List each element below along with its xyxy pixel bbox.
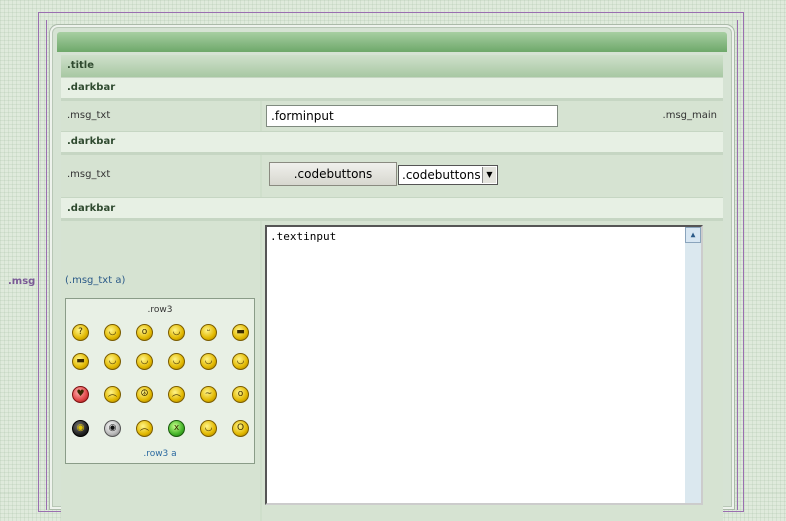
smiley-wink-icon[interactable]: ◡ <box>200 353 217 370</box>
darkbar-3: .darkbar <box>61 198 723 218</box>
smiley-sly-icon[interactable]: ◡ <box>200 420 217 437</box>
smiley-angry-icon[interactable]: ︵ <box>104 386 121 403</box>
msg-txt-link-wrapper: (.msg_txt a) <box>65 275 126 286</box>
codebuttons-button[interactable]: .codebuttons <box>269 162 397 186</box>
message-textarea[interactable]: .textinput ▲ <box>265 225 703 505</box>
smiley-smile-icon[interactable]: ◡ <box>168 324 185 341</box>
darkbar-label: .darkbar <box>67 203 116 214</box>
darkbar-label: .darkbar <box>67 82 116 93</box>
codebuttons-row-left: .msg_txt <box>61 155 260 197</box>
smiley-tongue-icon[interactable]: ᵕ <box>200 324 217 341</box>
msg-main-label: .msg_main <box>662 110 717 121</box>
textarea-scrollbar[interactable]: ▲ <box>685 227 701 503</box>
smiley-sick-icon[interactable]: x <box>168 420 185 437</box>
smiley-neutral-icon[interactable]: ◡ <box>232 353 249 370</box>
subject-row-left: .msg_txt <box>61 101 260 131</box>
smiley-ninja-icon[interactable]: ◉ <box>72 420 89 437</box>
message-body-row: (.msg_txt a) .row3 ? ◡ o ◡ ᵕ ▬ ▬ ◡ ◡ ◡ ◡ ◡ ♥ ︵ ☮ ︵ ~ o ◉ ◉ ︵… <box>61 221 723 521</box>
subject-row: .msg_txt .msg_main <box>61 101 723 131</box>
smiley-love-icon[interactable]: ♥ <box>72 386 89 403</box>
smiley-confused-icon[interactable]: ? <box>72 324 89 341</box>
smiley-laugh-icon[interactable]: ▬ <box>232 324 249 341</box>
smiley-worried-icon[interactable]: ︵ <box>168 386 185 403</box>
smiley-peace-icon[interactable]: ☮ <box>136 386 153 403</box>
smiley-box-footer-link[interactable]: .row3 a <box>66 449 254 459</box>
codebuttons-select[interactable]: .codebuttons ▼ <box>398 165 498 185</box>
darkbar-1: .darkbar <box>61 78 723 98</box>
title-label: .title <box>67 60 94 71</box>
panel-header-bar <box>57 32 727 52</box>
darkbar-label: .darkbar <box>67 136 116 147</box>
codebuttons-row: .msg_txt .codebuttons .codebuttons ▼ <box>61 155 723 197</box>
msg-txt-label: .msg_txt <box>67 110 111 121</box>
msg-txt-label: .msg_txt <box>67 169 111 180</box>
smiley-cool-icon[interactable]: ◡ <box>104 353 121 370</box>
scroll-up-arrow-icon[interactable]: ▲ <box>685 227 701 243</box>
smiley-shocked-icon[interactable]: o <box>136 324 153 341</box>
title-row: .title <box>61 55 723 77</box>
smiley-scream-icon[interactable]: O <box>232 420 249 437</box>
smiley-box: .row3 ? ◡ o ◡ ᵕ ▬ ▬ ◡ ◡ ◡ ◡ ◡ ♥ ︵ ☮ ︵ ~ o ◉ ◉ ︵ x ◡ O .row3 a <box>65 298 255 464</box>
message-textarea-value: .textinput <box>270 230 337 243</box>
smiley-box-title: .row3 <box>147 305 173 315</box>
smiley-grin-icon[interactable]: ◡ <box>104 324 121 341</box>
smiley-rolleyes-icon[interactable]: ~ <box>200 386 217 403</box>
msg-txt-link[interactable]: .msg_txt a <box>69 275 122 286</box>
smiley-eek-icon[interactable]: ◡ <box>136 353 153 370</box>
darkbar-2: .darkbar <box>61 132 723 152</box>
panel-content: .title .darkbar .msg_txt .msg_main .dark… <box>61 55 723 521</box>
chevron-down-icon[interactable]: ▼ <box>482 167 496 183</box>
smiley-big-grin-icon[interactable]: ▬ <box>72 353 89 370</box>
message-panel: .title .darkbar .msg_txt .msg_main .dark… <box>52 27 732 521</box>
smiley-alien-icon[interactable]: ◉ <box>104 420 121 437</box>
smiley-frown-icon[interactable]: ︵ <box>136 420 153 437</box>
smiley-happy-icon[interactable]: ◡ <box>168 353 185 370</box>
message-body-row-left: (.msg_txt a) .row3 ? ◡ o ◡ ᵕ ▬ ▬ ◡ ◡ ◡ ◡ ◡ ♥ ︵ ☮ ︵ ~ o ◉ ◉ ︵… <box>61 221 260 521</box>
msg-side-label: .msg <box>8 276 36 287</box>
subject-input[interactable] <box>266 105 558 127</box>
codebuttons-select-value: .codebuttons <box>402 168 481 182</box>
smiley-dazed-icon[interactable]: o <box>232 386 249 403</box>
